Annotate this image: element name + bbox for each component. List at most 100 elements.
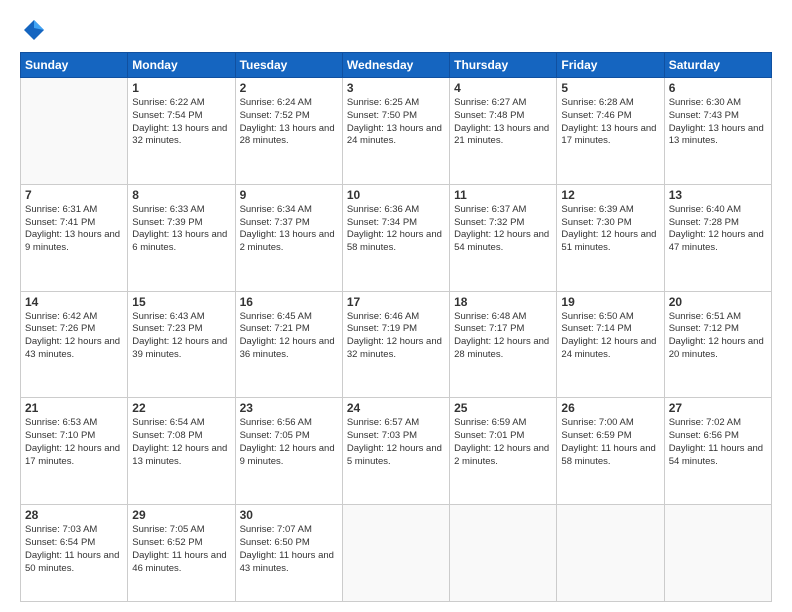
table-row: 21 Sunrise: 6:53 AMSunset: 7:10 PMDayligh… — [21, 398, 128, 505]
page: SundayMondayTuesdayWednesdayThursdayFrid… — [0, 0, 792, 612]
table-row: 2 Sunrise: 6:24 AMSunset: 7:52 PMDaylight… — [235, 78, 342, 185]
day-number: 29 — [132, 508, 230, 522]
day-info: Sunrise: 6:46 AMSunset: 7:19 PMDaylight:… — [347, 311, 445, 362]
table-row: 22 Sunrise: 6:54 AMSunset: 7:08 PMDayligh… — [128, 398, 235, 505]
day-info: Sunrise: 6:30 AMSunset: 7:43 PMDaylight:… — [669, 97, 767, 148]
calendar-week-row: 1 Sunrise: 6:22 AMSunset: 7:54 PMDaylight… — [21, 78, 772, 185]
day-number: 21 — [25, 401, 123, 415]
day-number: 13 — [669, 188, 767, 202]
table-row: 11 Sunrise: 6:37 AMSunset: 7:32 PMDayligh… — [450, 184, 557, 291]
day-info: Sunrise: 6:27 AMSunset: 7:48 PMDaylight:… — [454, 97, 552, 148]
table-row: 12Sunrise: 6:39 AMSunset: 7:30 PMDayligh… — [557, 184, 664, 291]
day-number: 3 — [347, 81, 445, 95]
calendar-header-monday: Monday — [128, 53, 235, 78]
table-row: 27Sunrise: 7:02 AMSunset: 6:56 PMDayligh… — [664, 398, 771, 505]
day-number: 30 — [240, 508, 338, 522]
table-row: 20 Sunrise: 6:51 AMSunset: 7:12 PMDayligh… — [664, 291, 771, 398]
day-number: 11 — [454, 188, 552, 202]
calendar-header-tuesday: Tuesday — [235, 53, 342, 78]
table-row: 25 Sunrise: 6:59 AMSunset: 7:01 PMDayligh… — [450, 398, 557, 505]
day-info: Sunrise: 6:33 AMSunset: 7:39 PMDaylight:… — [132, 204, 230, 255]
day-info: Sunrise: 6:22 AMSunset: 7:54 PMDaylight:… — [132, 97, 230, 148]
day-info: Sunrise: 7:03 AMSunset: 6:54 PMDaylight:… — [25, 524, 123, 575]
day-info: Sunrise: 7:00 AMSunset: 6:59 PMDaylight:… — [561, 417, 659, 468]
calendar-header-thursday: Thursday — [450, 53, 557, 78]
day-number: 4 — [454, 81, 552, 95]
day-number: 14 — [25, 295, 123, 309]
day-number: 19 — [561, 295, 659, 309]
day-info: Sunrise: 6:57 AMSunset: 7:03 PMDaylight:… — [347, 417, 445, 468]
day-number: 25 — [454, 401, 552, 415]
day-number: 22 — [132, 401, 230, 415]
day-info: Sunrise: 7:07 AMSunset: 6:50 PMDaylight:… — [240, 524, 338, 575]
day-info: Sunrise: 7:02 AMSunset: 6:56 PMDaylight:… — [669, 417, 767, 468]
day-info: Sunrise: 6:25 AMSunset: 7:50 PMDaylight:… — [347, 97, 445, 148]
day-info: Sunrise: 6:43 AMSunset: 7:23 PMDaylight:… — [132, 311, 230, 362]
table-row: 13 Sunrise: 6:40 AMSunset: 7:28 PMDayligh… — [664, 184, 771, 291]
day-number: 9 — [240, 188, 338, 202]
logo — [20, 16, 52, 44]
day-number: 26 — [561, 401, 659, 415]
table-row: 6 Sunrise: 6:30 AMSunset: 7:43 PMDaylight… — [664, 78, 771, 185]
day-info: Sunrise: 6:50 AMSunset: 7:14 PMDaylight:… — [561, 311, 659, 362]
calendar-header-friday: Friday — [557, 53, 664, 78]
table-row: 8 Sunrise: 6:33 AMSunset: 7:39 PMDaylight… — [128, 184, 235, 291]
logo-icon — [20, 16, 48, 44]
day-info: Sunrise: 6:34 AMSunset: 7:37 PMDaylight:… — [240, 204, 338, 255]
day-info: Sunrise: 6:24 AMSunset: 7:52 PMDaylight:… — [240, 97, 338, 148]
day-info: Sunrise: 6:54 AMSunset: 7:08 PMDaylight:… — [132, 417, 230, 468]
table-row: 26 Sunrise: 7:00 AMSunset: 6:59 PMDayligh… — [557, 398, 664, 505]
table-row: 1 Sunrise: 6:22 AMSunset: 7:54 PMDaylight… — [128, 78, 235, 185]
day-number: 23 — [240, 401, 338, 415]
calendar-week-row: 14 Sunrise: 6:42 AMSunset: 7:26 PMDayligh… — [21, 291, 772, 398]
day-number: 5 — [561, 81, 659, 95]
day-number: 18 — [454, 295, 552, 309]
day-info: Sunrise: 6:56 AMSunset: 7:05 PMDaylight:… — [240, 417, 338, 468]
calendar-week-row: 7 Sunrise: 6:31 AMSunset: 7:41 PMDaylight… — [21, 184, 772, 291]
table-row: 18Sunrise: 6:48 AMSunset: 7:17 PMDayligh… — [450, 291, 557, 398]
table-row: 29 Sunrise: 7:05 AMSunset: 6:52 PMDayligh… — [128, 505, 235, 602]
day-number: 10 — [347, 188, 445, 202]
day-info: Sunrise: 6:28 AMSunset: 7:46 PMDaylight:… — [561, 97, 659, 148]
day-number: 7 — [25, 188, 123, 202]
day-info: Sunrise: 6:36 AMSunset: 7:34 PMDaylight:… — [347, 204, 445, 255]
day-number: 6 — [669, 81, 767, 95]
day-number: 12 — [561, 188, 659, 202]
day-number: 2 — [240, 81, 338, 95]
calendar-table: SundayMondayTuesdayWednesdayThursdayFrid… — [20, 52, 772, 602]
day-number: 16 — [240, 295, 338, 309]
table-row: 30 Sunrise: 7:07 AMSunset: 6:50 PMDayligh… — [235, 505, 342, 602]
table-row — [342, 505, 449, 602]
calendar-header-wednesday: Wednesday — [342, 53, 449, 78]
table-row: 5 Sunrise: 6:28 AMSunset: 7:46 PMDaylight… — [557, 78, 664, 185]
day-number: 1 — [132, 81, 230, 95]
table-row: 16 Sunrise: 6:45 AMSunset: 7:21 PMDayligh… — [235, 291, 342, 398]
table-row: 10 Sunrise: 6:36 AMSunset: 7:34 PMDayligh… — [342, 184, 449, 291]
calendar-header-sunday: Sunday — [21, 53, 128, 78]
day-info: Sunrise: 6:51 AMSunset: 7:12 PMDaylight:… — [669, 311, 767, 362]
day-info: Sunrise: 6:31 AMSunset: 7:41 PMDaylight:… — [25, 204, 123, 255]
day-number: 15 — [132, 295, 230, 309]
table-row — [557, 505, 664, 602]
table-row: 7 Sunrise: 6:31 AMSunset: 7:41 PMDaylight… — [21, 184, 128, 291]
table-row: 3 Sunrise: 6:25 AMSunset: 7:50 PMDaylight… — [342, 78, 449, 185]
table-row: 17Sunrise: 6:46 AMSunset: 7:19 PMDayligh… — [342, 291, 449, 398]
day-info: Sunrise: 7:05 AMSunset: 6:52 PMDaylight:… — [132, 524, 230, 575]
calendar-week-row: 21 Sunrise: 6:53 AMSunset: 7:10 PMDayligh… — [21, 398, 772, 505]
day-info: Sunrise: 6:59 AMSunset: 7:01 PMDaylight:… — [454, 417, 552, 468]
calendar-header-saturday: Saturday — [664, 53, 771, 78]
day-info: Sunrise: 6:45 AMSunset: 7:21 PMDaylight:… — [240, 311, 338, 362]
day-info: Sunrise: 6:40 AMSunset: 7:28 PMDaylight:… — [669, 204, 767, 255]
table-row: 14 Sunrise: 6:42 AMSunset: 7:26 PMDayligh… — [21, 291, 128, 398]
table-row: 15 Sunrise: 6:43 AMSunset: 7:23 PMDayligh… — [128, 291, 235, 398]
table-row — [664, 505, 771, 602]
day-info: Sunrise: 6:53 AMSunset: 7:10 PMDaylight:… — [25, 417, 123, 468]
day-info: Sunrise: 6:37 AMSunset: 7:32 PMDaylight:… — [454, 204, 552, 255]
table-row — [21, 78, 128, 185]
day-number: 28 — [25, 508, 123, 522]
table-row: 28 Sunrise: 7:03 AMSunset: 6:54 PMDayligh… — [21, 505, 128, 602]
day-number: 8 — [132, 188, 230, 202]
day-info: Sunrise: 6:42 AMSunset: 7:26 PMDaylight:… — [25, 311, 123, 362]
day-number: 20 — [669, 295, 767, 309]
header — [20, 16, 772, 44]
